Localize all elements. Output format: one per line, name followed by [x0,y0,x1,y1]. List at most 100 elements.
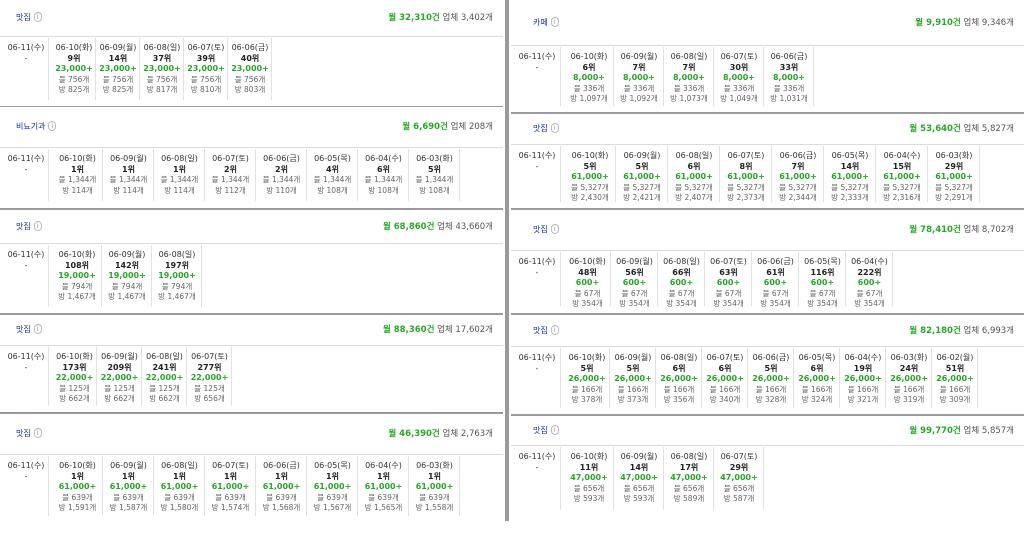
date-column: 06-09(월) 56위 600+ 블 67개 방 354개 [611,257,658,310]
column-divider [979,146,980,202]
date-label: 06-09(월) [616,257,653,266]
monthly-volume: 월 46,390건 [388,429,440,439]
blog-count: 블 67개 [715,288,742,298]
header-divider [0,36,503,37]
date-label: 06-04(수) [365,154,402,163]
rank-value: 63위 [719,267,738,277]
keyword-link[interactable]: 카페 i [533,17,559,28]
business-count: 업체 8,702개 [963,225,1015,235]
keyword-link[interactable]: 맛집 i [16,428,42,439]
info-icon[interactable]: i [33,324,42,334]
date-column: 06-07(토) 2위 블 1,344개 방 112개 [205,154,256,196]
date-label: 06-07(토) [212,461,249,470]
date-column: 06-06(금) 40위 23,000+ 블 756개 방 803개 [228,43,272,96]
date-column: 06-07(토) 39위 23,000+ 블 756개 방 810개 [184,43,228,96]
visit-count: 방 656개 [194,394,225,403]
column-divider [48,38,49,100]
post-count: 26,000+ [706,374,744,383]
post-count: 600+ [575,278,600,287]
date-label: 06-07(토) [710,257,747,266]
rank-value: 14위 [840,161,860,171]
keyword-link[interactable]: 맛집 i [16,12,42,23]
date-label: 06-06(금) [779,151,817,160]
keyword-link[interactable]: 맛집 i [16,324,42,335]
post-count: 61,000+ [883,172,921,181]
blog-count: 블 336개 [723,83,755,93]
date-column: 06-08(일) 37위 23,000+ 블 756개 방 817개 [140,43,184,96]
rank-value: 116위 [810,267,835,277]
info-icon[interactable]: i [550,325,559,335]
info-icon[interactable]: i [550,123,559,133]
panel-header: 맛집 i 월 78,410건 업체 8,702개 [511,210,1024,250]
visit-count: 방 309개 [939,395,971,404]
post-count: 22,000+ [55,373,94,382]
blog-count: 블 5,327개 [779,182,817,192]
keyword-link[interactable]: 맛집 i [533,224,559,235]
date-column: 06-06(금) 2위 블 1,344개 방 110개 [256,154,307,196]
date-column: 06-08(일) 197위 19,000+ 블 794개 방 1,467개 [152,250,202,303]
date-column: 06-08(일) 241위 22,000+ 블 125개 방 662개 [142,352,187,405]
date-label: 06-08(일) [663,257,700,266]
info-icon[interactable]: i [33,221,42,231]
keyword-link[interactable]: 맛집 i [16,221,42,232]
rank-value: 6위 [582,62,596,72]
blog-count: 블 656개 [623,483,655,493]
rank-value: 6위 [810,363,824,373]
blog-count: 블 125개 [59,383,90,393]
date-column-today: 06-11(수) - [6,43,46,64]
rank-value: 66위 [672,267,691,277]
date-label: 06-09(월) [623,151,661,160]
rank-value: 5위 [428,164,441,174]
panel-header: 카페 i 월 9,910건 업체 9,346개 [511,0,1024,45]
blog-count: 블 756개 [146,74,178,84]
date-column-today: 06-11(수) - [517,353,557,374]
visit-count: 방 662개 [149,394,180,403]
blog-count: 블 756개 [234,74,266,84]
date-label: 06-03(화) [935,151,973,160]
keyword-link[interactable]: 비뇨기과 i [16,121,57,132]
date-label: 06-10(화) [569,257,606,266]
date-label: 06-10(화) [570,452,608,461]
monthly-volume: 월 32,310건 [388,13,440,23]
visit-count: 방 108개 [419,185,450,195]
rank-value: 6위 [377,164,390,174]
post-count: 26,000+ [936,374,974,383]
visit-count: 방 354개 [760,299,791,308]
column-divider [560,146,561,202]
date-column: 06-08(일) 17위 47,000+ 블 656개 방 589개 [664,452,714,505]
blog-count: 블 756개 [102,74,134,84]
rank-value: 17위 [679,462,699,472]
panel-header: 맛집 i 월 46,390건 업체 2,763개 [0,414,503,454]
info-icon[interactable]: i [550,425,559,435]
visit-count: 방 114개 [62,185,93,195]
date-label: 06-11(수) [518,257,556,266]
panel-header: 맛집 i 월 88,360건 업체 17,602개 [0,315,503,345]
header-divider [0,243,503,244]
rank-value: - [535,363,539,373]
info-icon[interactable]: i [48,121,57,131]
info-icon[interactable]: i [550,224,559,234]
panel-stats: 월 68,860건 업체 43,660개 [383,220,493,232]
post-count: 22,000+ [190,373,229,382]
info-icon[interactable]: i [33,12,42,22]
blog-count: 블 336개 [773,83,805,93]
blog-count: 블 656개 [573,483,605,493]
keyword-link[interactable]: 맛집 i [533,325,559,336]
date-label: 06-06(금) [263,154,300,163]
visit-count: 방 1,587개 [109,503,148,512]
visit-count: 방 662개 [59,394,90,403]
date-column-today: 06-11(수) - [6,352,46,373]
keyword-link[interactable]: 맛집 i [533,123,559,134]
rank-value: 30위 [729,62,749,72]
visit-count: 방 1,467개 [108,292,146,301]
rank-value: 1위 [428,471,441,481]
rank-value: 1위 [173,471,186,481]
info-icon[interactable]: i [550,17,559,27]
date-column: 06-09(월) 142위 19,000+ 블 794개 방 1,467개 [102,250,152,303]
blog-count: 블 67개 [668,288,695,298]
keyword-link[interactable]: 맛집 i [533,425,559,436]
info-icon[interactable]: i [33,428,42,438]
rank-value: 142위 [114,260,140,270]
blog-count: 블 166개 [755,384,787,394]
keyword-panel: 맛집 i 월 88,360건 업체 17,602개 06-11(수) - 06-10(화)… [0,315,503,410]
